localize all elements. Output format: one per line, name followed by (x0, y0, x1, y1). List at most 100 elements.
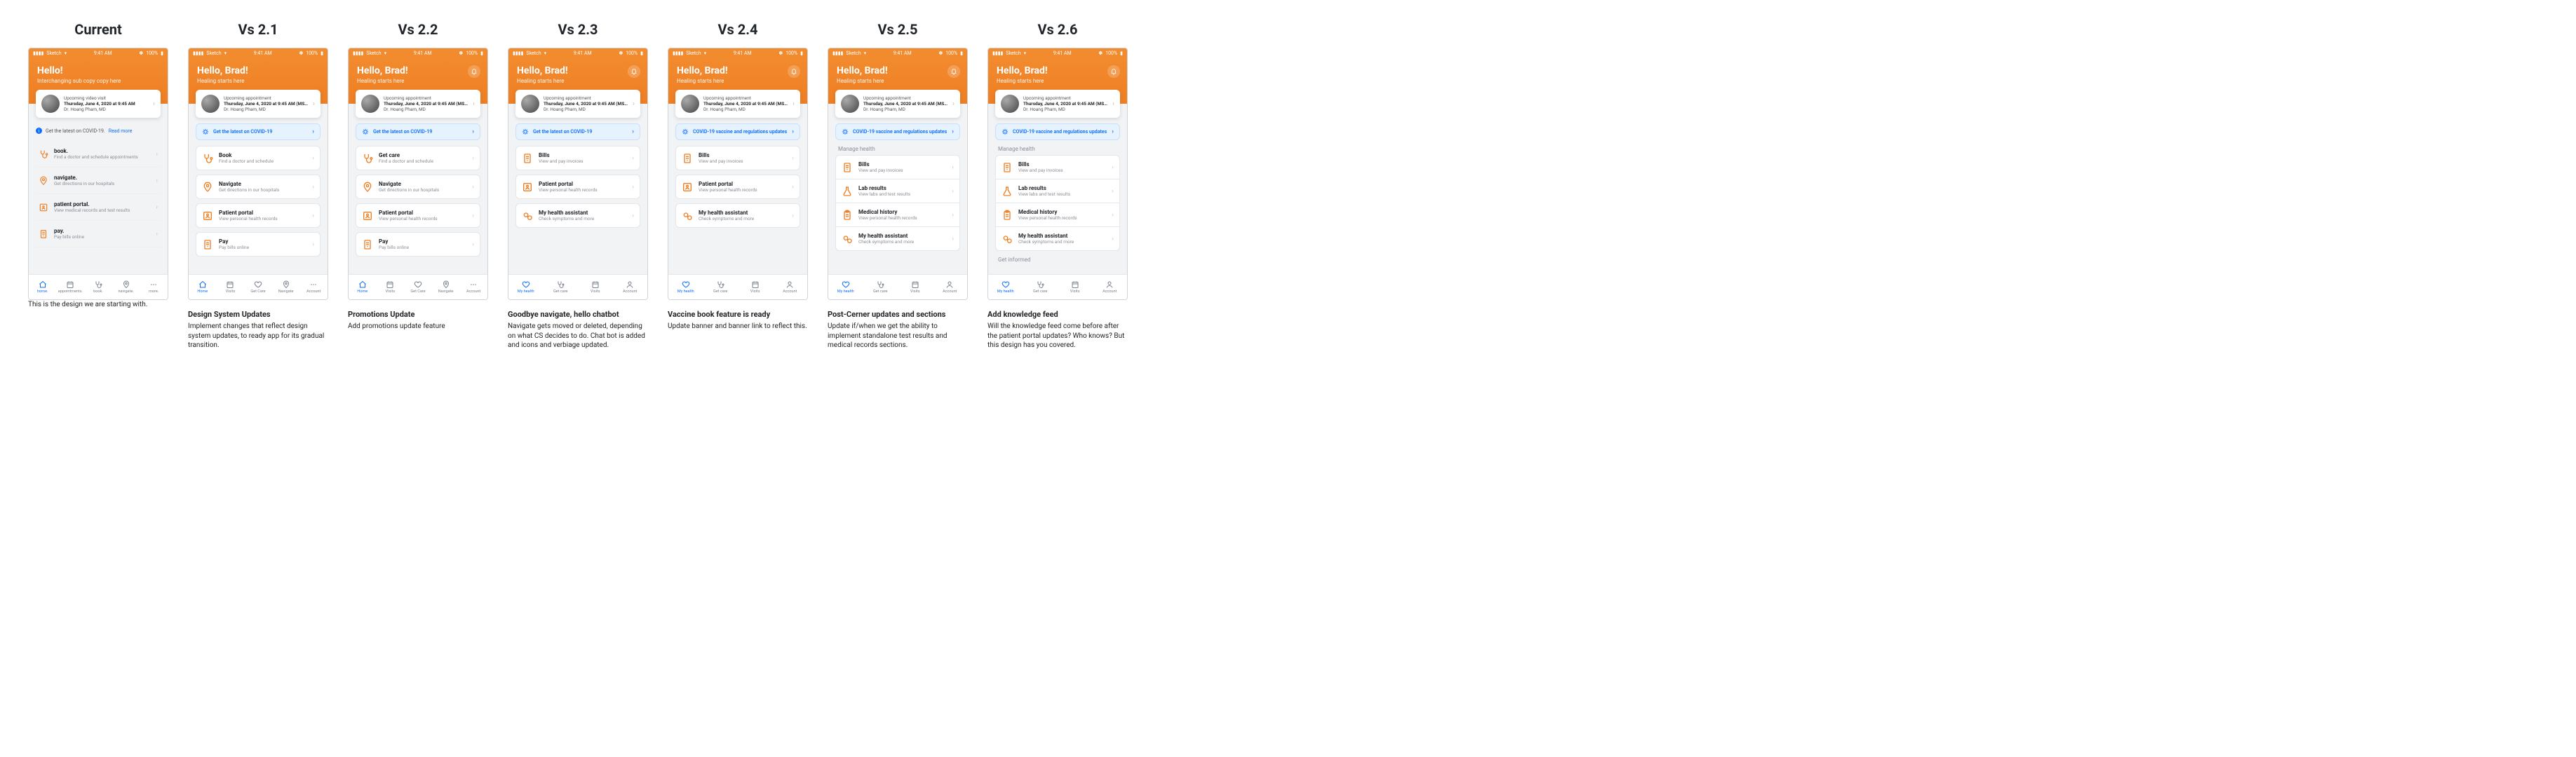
tab-account[interactable]: Account (933, 275, 968, 299)
tab-visits[interactable]: Visits (578, 275, 613, 299)
notifications-button[interactable] (788, 65, 800, 78)
list-item[interactable]: PayPay bills online› (196, 232, 321, 257)
calendar-icon (591, 280, 600, 289)
notifications-button[interactable] (628, 65, 640, 78)
tab-label: book. (93, 289, 103, 294)
tab-account[interactable]: Account (773, 275, 808, 299)
list-item[interactable]: Patient portalView personal health recor… (675, 175, 800, 199)
tab-account[interactable]: Account (1093, 275, 1128, 299)
tab-visits[interactable]: Visits (377, 275, 405, 299)
tab-visits[interactable]: Visits (217, 275, 245, 299)
upcoming-appointment-card[interactable]: Upcoming video visitThursday, June 4, 20… (36, 90, 161, 118)
item-title: Medical history (858, 209, 946, 215)
appointment-datetime: Thursday, June 4, 2020 at 9:45 AM (MST) (703, 101, 788, 107)
list-item[interactable]: BillsView and pay invoices› (835, 155, 960, 179)
tab-getcare[interactable]: Get care (1023, 275, 1058, 299)
covid-banner[interactable]: Get the latest on COVID-19› (196, 123, 321, 140)
carrier-label: Sketch (846, 50, 861, 56)
tab-book[interactable]: book. (84, 275, 112, 299)
list-item[interactable]: Get careFind a doctor and schedule› (356, 146, 480, 170)
notifications-button[interactable] (948, 65, 960, 78)
list-item[interactable]: BillsView and pay invoices› (515, 146, 640, 170)
chevron-right-icon: › (792, 212, 794, 219)
tab-home[interactable]: home. (29, 275, 57, 299)
dots-icon (469, 280, 478, 289)
list-item[interactable]: Lab resultsView labs and test results› (835, 179, 960, 203)
tab-myhealth[interactable]: My health (988, 275, 1023, 299)
list-item[interactable]: PayPay bills online› (356, 232, 480, 257)
list-item[interactable]: patient portal.View medical records and … (36, 194, 161, 221)
list-item[interactable]: navigate.Get directions in our hospitals… (36, 168, 161, 194)
item-subtitle: Pay bills online (379, 245, 466, 250)
tab-getcare[interactable]: Get care (863, 275, 898, 299)
upcoming-appointment-card[interactable]: Upcoming appointmentThursday, June 4, 20… (995, 90, 1120, 118)
list-item[interactable]: BillsView and pay invoices› (675, 146, 800, 170)
user-icon (1105, 280, 1114, 289)
receipt-icon (202, 239, 213, 250)
covid-banner[interactable]: COVID-19 vaccine and regulations updates… (995, 123, 1120, 140)
covid-banner-text: COVID-19 vaccine and regulations updates (1013, 129, 1107, 135)
tab-getcare[interactable]: Get Care (244, 275, 272, 299)
caption-title: Add knowledge feed (987, 310, 1128, 319)
chevron-right-icon: › (633, 100, 635, 108)
covid-banner[interactable]: COVID-19 vaccine and regulations updates… (675, 123, 800, 140)
tab-more[interactable]: more. (140, 275, 168, 299)
tab-home[interactable]: Home (189, 275, 217, 299)
list-item[interactable]: BookFind a doctor and schedule› (196, 146, 321, 170)
tab-getcare[interactable]: Get care (703, 275, 739, 299)
version-title: Current (28, 21, 168, 38)
tab-label: navigate. (118, 289, 133, 294)
version-column: Vs 2.3▮▮▮▮Sketch▾9:41 AM✽100%▮Hello, Bra… (508, 21, 648, 350)
list-item[interactable]: Lab resultsView labs and test results› (995, 179, 1120, 203)
tab-label: Home (197, 289, 208, 294)
list-item[interactable]: Medical historyView personal health reco… (995, 203, 1120, 227)
list-item[interactable]: Patient portalView personal health recor… (196, 203, 321, 228)
list-item[interactable]: My health assistantCheck symptoms and mo… (515, 203, 640, 228)
bell-icon (950, 68, 957, 75)
list-item[interactable]: Patient portalView personal health recor… (356, 203, 480, 228)
covid-banner[interactable]: Get the latest on COVID-19› (515, 123, 640, 140)
tab-account[interactable]: Account (299, 275, 328, 299)
greeting-title: Hello, Brad! (837, 65, 959, 76)
covid-banner[interactable]: COVID-19 vaccine and regulations updates… (835, 123, 960, 140)
list-item[interactable]: My health assistantCheck symptoms and mo… (995, 227, 1120, 251)
tab-appointments[interactable]: appointments. (57, 275, 85, 299)
list-item[interactable]: NavigateGet directions in our hospitals› (356, 175, 480, 199)
notifications-button[interactable] (468, 65, 480, 78)
tab-visits[interactable]: Visits (1058, 275, 1093, 299)
upcoming-appointment-card[interactable]: Upcoming appointmentThursday, June 4, 20… (356, 90, 480, 118)
tab-account[interactable]: Account (613, 275, 648, 299)
tab-home[interactable]: Home (349, 275, 377, 299)
covid-banner[interactable]: Get the latest on COVID-19› (356, 123, 480, 140)
upcoming-appointment-card[interactable]: Upcoming appointmentThursday, June 4, 20… (675, 90, 800, 118)
upcoming-appointment-card[interactable]: Upcoming appointmentThursday, June 4, 20… (196, 90, 321, 118)
list-item[interactable]: Patient portalView personal health recor… (515, 175, 640, 199)
list-item[interactable]: BillsView and pay invoices› (995, 155, 1120, 179)
tab-myhealth[interactable]: My health (508, 275, 544, 299)
tab-account[interactable]: Account (459, 275, 487, 299)
tab-navigate[interactable]: Navigate (272, 275, 300, 299)
tab-getcare[interactable]: Get Care (404, 275, 432, 299)
list-item[interactable]: pay.Pay bills online› (36, 221, 161, 247)
list-item[interactable]: My health assistantCheck symptoms and mo… (835, 227, 960, 251)
heart-icon (842, 280, 850, 289)
upcoming-appointment-card[interactable]: Upcoming appointmentThursday, June 4, 20… (835, 90, 960, 118)
covid-info-row[interactable]: iGet the latest on COVID-19. Read more (36, 128, 161, 134)
tab-getcare[interactable]: Get care (544, 275, 579, 299)
upcoming-appointment-card[interactable]: Upcoming appointmentThursday, June 4, 20… (515, 90, 640, 118)
tab-visits[interactable]: Visits (898, 275, 933, 299)
tab-navigate[interactable]: navigate. (112, 275, 140, 299)
list-item[interactable]: My health assistantCheck symptoms and mo… (675, 203, 800, 228)
list-item[interactable]: NavigateGet directions in our hospitals› (196, 175, 321, 199)
item-subtitle: Get directions in our hospitals (379, 187, 466, 193)
list-item[interactable]: Medical historyView personal health reco… (835, 203, 960, 227)
covid-readmore-link[interactable]: Read more (109, 128, 133, 134)
list-item[interactable]: book.Find a doctor and schedule appointm… (36, 141, 161, 168)
version-title: Vs 2.1 (188, 21, 328, 38)
tab-myhealth[interactable]: My health (828, 275, 863, 299)
tab-visits[interactable]: Visits (738, 275, 773, 299)
tab-myhealth[interactable]: My health (668, 275, 703, 299)
notifications-button[interactable] (1107, 65, 1120, 78)
home-icon (198, 280, 207, 289)
tab-navigate[interactable]: Navigate (432, 275, 460, 299)
